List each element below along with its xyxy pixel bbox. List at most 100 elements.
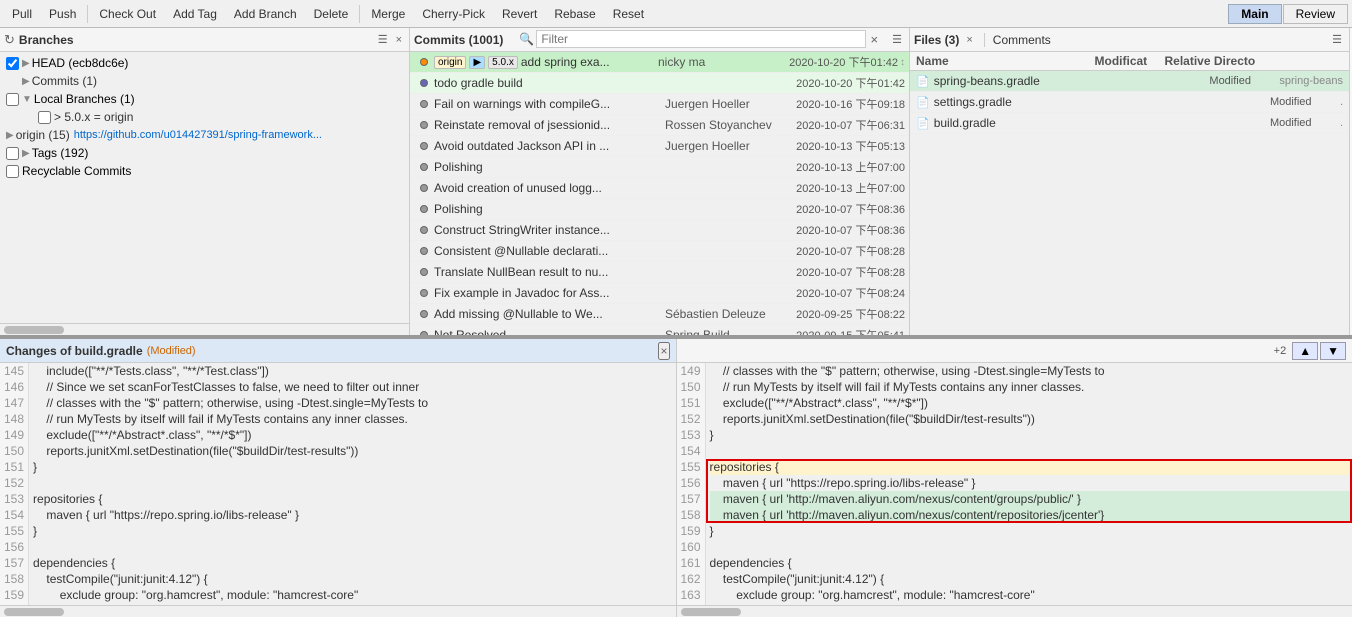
commits-menu-icon[interactable]: ☰ <box>889 32 905 47</box>
files-menu-icon[interactable]: ☰ <box>1329 32 1345 47</box>
pull-button[interactable]: Pull <box>4 5 40 23</box>
file-row-0[interactable]: 📄 spring-beans.gradle Modified spring-be… <box>910 71 1349 92</box>
file-row-2[interactable]: 📄 build.gradle Modified . <box>910 113 1349 134</box>
localbranches-checkbox[interactable] <box>6 93 19 106</box>
files-col-dir: Relative Directo <box>1165 54 1344 68</box>
file-dir-0: spring-beans <box>1279 75 1343 87</box>
commit-row-0[interactable]: origin ▶ 5.0.x add spring exa... nicky m… <box>410 52 909 73</box>
delete-button[interactable]: Delete <box>306 5 357 23</box>
commit-row-2[interactable]: Fail on warnings with compileG...Juergen… <box>410 94 909 115</box>
files-panel-header: Files (3) × Comments ☰ <box>910 28 1349 52</box>
right-linenum-4: 153 <box>681 427 701 443</box>
sep1 <box>87 5 88 23</box>
cm7: Polishing <box>434 202 665 216</box>
code-left-content[interactable]: include(["**/*Tests.class", "**/*Test.cl… <box>29 363 675 605</box>
diff-right-panel: +2 ▲ ▼ 149150151152153154155156157158159… <box>677 339 1352 617</box>
commit-row-13[interactable]: Not Resolved...Spring Build...2020-09-15… <box>410 325 909 335</box>
commit-row-6[interactable]: Avoid creation of unused logg...2020-10-… <box>410 178 909 199</box>
branches-refresh-icon[interactable]: ↻ <box>4 32 15 48</box>
branch-50x-item[interactable]: > 5.0.x = origin <box>2 108 407 126</box>
addtag-button[interactable]: Add Tag <box>165 5 225 23</box>
files-close-icon[interactable]: × <box>963 33 975 47</box>
right-scroll-thumb[interactable] <box>681 608 741 616</box>
commit-row-11[interactable]: Fix example in Javadoc for Ass...2020-10… <box>410 283 909 304</box>
reset-button[interactable]: Reset <box>605 5 652 23</box>
right-linenum-2: 151 <box>681 395 701 411</box>
commit-ref-origin: origin <box>434 56 466 69</box>
diff-count-label: +2 <box>1274 345 1287 357</box>
cherrypick-button[interactable]: Cherry-Pick <box>414 5 493 23</box>
top-panels: ↻ Branches ☰ × ▶ HEAD (ecb8dc6e) ▶ Commi… <box>0 28 1352 337</box>
commit-row-4[interactable]: Avoid outdated Jackson API in ...Juergen… <box>410 136 909 157</box>
cdate2: 2020-10-16 下午09:18 <box>775 96 905 112</box>
commit-row-10[interactable]: Translate NullBean result to nu...2020-1… <box>410 262 909 283</box>
branches-menu-icon[interactable]: ☰ <box>375 32 391 47</box>
cm10: Translate NullBean result to nu... <box>434 265 665 279</box>
branch50x-checkbox[interactable] <box>38 111 51 124</box>
cg10 <box>414 268 434 276</box>
cdate5: 2020-10-13 上午07:00 <box>775 159 905 175</box>
diff-down-btn[interactable]: ▼ <box>1320 342 1346 360</box>
commit-date-0: 2020-10-20 下午01:42 <box>768 54 898 70</box>
tags-checkbox[interactable] <box>6 147 19 160</box>
cm11: Fix example in Javadoc for Ass... <box>434 286 665 300</box>
left-linenum-0: 145 <box>4 363 24 379</box>
comments-tab-label[interactable]: Comments <box>993 33 1051 47</box>
recyclable-item[interactable]: Recyclable Commits <box>2 162 407 180</box>
review-tab[interactable]: Review <box>1283 4 1348 24</box>
addbranch-button[interactable]: Add Branch <box>226 5 305 23</box>
cg5 <box>414 163 434 171</box>
file-icon-2: 📄 <box>916 117 930 130</box>
diff-right-linenums: 1491501511521531541551561571581591601611… <box>677 363 706 605</box>
commit-row-5[interactable]: Polishing2020-10-13 上午07:00 <box>410 157 909 178</box>
cm8: Construct StringWriter instance... <box>434 223 665 237</box>
merge-button[interactable]: Merge <box>363 5 413 23</box>
ca4: Juergen Hoeller <box>665 139 775 153</box>
revert-button[interactable]: Revert <box>494 5 545 23</box>
commit-row-12[interactable]: Add missing @Nullable to We...Sébastien … <box>410 304 909 325</box>
rebase-button[interactable]: Rebase <box>546 5 603 23</box>
diff-right-scrollbar[interactable] <box>677 605 1352 617</box>
commit-row-3[interactable]: Reinstate removal of jsessionid...Rossen… <box>410 115 909 136</box>
tags-item[interactable]: ▶ Tags (192) <box>2 144 407 162</box>
right-linenum-8: 157 <box>681 491 701 507</box>
left-codeline-8: repositories { <box>33 491 675 507</box>
push-button[interactable]: Push <box>41 5 84 23</box>
code-left-scrollbar[interactable] <box>0 605 676 617</box>
right-codeline-15: } <box>710 603 1352 605</box>
branches-scrollbar[interactable] <box>0 323 409 335</box>
diff-up-btn[interactable]: ▲ <box>1292 342 1318 360</box>
filter-icon: 🔍 <box>519 32 534 46</box>
commit-row-8[interactable]: Construct StringWriter instance...2020-1… <box>410 220 909 241</box>
right-linenum-3: 152 <box>681 411 701 427</box>
head-icon: ▶ <box>22 58 30 69</box>
left-codeline-9: maven { url "https://repo.spring.io/libs… <box>33 507 675 523</box>
commits-item[interactable]: ▶ Commits (1) <box>2 72 407 90</box>
commit-row-7[interactable]: Polishing2020-10-07 下午08:36 <box>410 199 909 220</box>
head-checkbox[interactable] <box>6 57 19 70</box>
local-branches-item[interactable]: ▼ Local Branches (1) <box>2 90 407 108</box>
main-tab[interactable]: Main <box>1228 4 1281 24</box>
commit-row-9[interactable]: Consistent @Nullable declarati...2020-10… <box>410 241 909 262</box>
filter-clear-icon[interactable]: × <box>868 31 882 48</box>
scroll-arrow-0: ↕ <box>900 57 905 68</box>
diff-right-content[interactable]: // classes with the "$" pattern; otherwi… <box>706 363 1352 605</box>
ca2: Juergen Hoeller <box>665 97 775 111</box>
head-item[interactable]: ▶ HEAD (ecb8dc6e) <box>2 54 407 72</box>
cg7 <box>414 205 434 213</box>
commit-row-1[interactable]: todo gradle build 2020-10-20 下午01:42 <box>410 73 909 94</box>
sep2 <box>359 5 360 23</box>
commit-date-1: 2020-10-20 下午01:42 <box>775 75 905 91</box>
origin-item[interactable]: ▶ origin (15) https://github.com/u014427… <box>2 126 407 144</box>
left-codeline-10: } <box>33 523 675 539</box>
diff-right-body: 1491501511521531541551561571581591601611… <box>677 363 1352 605</box>
branches-scroll-thumb[interactable] <box>4 326 64 334</box>
file-row-1[interactable]: 📄 settings.gradle Modified . <box>910 92 1349 113</box>
left-scroll-thumb[interactable] <box>4 608 64 616</box>
checkout-button[interactable]: Check Out <box>91 5 164 23</box>
recyclable-label: Recyclable Commits <box>22 164 131 178</box>
branches-close-icon[interactable]: × <box>393 32 405 47</box>
code-left-close[interactable]: × <box>658 342 669 360</box>
filter-input[interactable] <box>536 30 865 48</box>
recyclable-checkbox[interactable] <box>6 165 19 178</box>
